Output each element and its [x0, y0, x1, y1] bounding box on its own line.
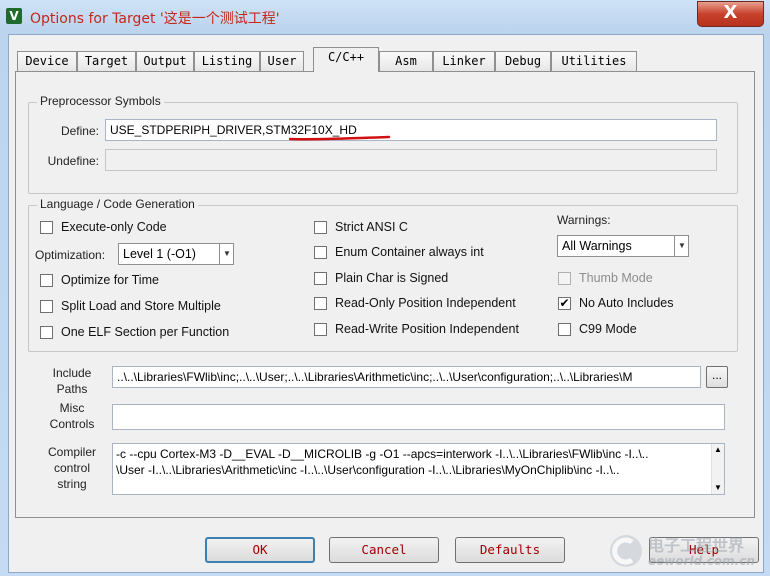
split-load-checkbox[interactable]	[40, 300, 53, 313]
strict-ansi-checkbox[interactable]	[314, 221, 327, 234]
tab-cc[interactable]: C/C++	[313, 47, 379, 72]
enum-container-label: Enum Container always int	[335, 245, 484, 259]
compiler-string-textarea[interactable]: -c --cpu Cortex-M3 -D__EVAL -D__MICROLIB…	[112, 443, 725, 495]
compiler-string-label: Compiler control string	[38, 444, 106, 492]
warnings-label: Warnings:	[557, 213, 611, 227]
c99-mode-checkbox[interactable]	[558, 323, 571, 336]
enum-container-checkbox[interactable]	[314, 246, 327, 259]
watermark-icon	[610, 535, 642, 567]
thumb-mode-checkbox[interactable]	[558, 272, 571, 285]
c99-mode-label: C99 Mode	[579, 322, 637, 336]
ro-position-checkbox[interactable]	[314, 297, 327, 310]
defaults-button[interactable]: Defaults	[455, 537, 565, 563]
execute-only-label: Execute-only Code	[61, 220, 167, 234]
one-elf-checkbox[interactable]	[40, 326, 53, 339]
no-auto-includes-checkbox[interactable]: ✔	[558, 297, 571, 310]
compiler-scrollbar[interactable]: ▲ ▼	[711, 444, 724, 494]
ok-button[interactable]: OK	[205, 537, 315, 563]
misc-controls-input[interactable]	[112, 404, 725, 430]
optimization-label: Optimization:	[35, 248, 106, 262]
tab-linker[interactable]: Linker	[433, 51, 495, 71]
preprocessor-group-title: Preprocessor Symbols	[37, 94, 164, 108]
define-label: Define:	[60, 124, 99, 138]
misc-label-line1: Misc	[59, 401, 85, 415]
watermark-line2: eeworld.com.cn	[648, 554, 755, 568]
tab-listing[interactable]: Listing	[194, 51, 260, 71]
execute-only-checkbox[interactable]	[40, 221, 53, 234]
options-dialog: V Options for Target '这是一个测试工程' X Device…	[0, 0, 770, 576]
undefine-label: Undefine:	[47, 154, 99, 168]
strict-ansi-label: Strict ANSI C	[335, 220, 408, 234]
red-annotation-underline	[289, 135, 391, 141]
define-input[interactable]: USE_STDPERIPH_DRIVER,STM32F10X_HD	[105, 119, 717, 141]
chevron-down-icon: ▼	[674, 235, 689, 257]
tab-device[interactable]: Device	[17, 51, 77, 71]
include-label-line1: Include	[52, 366, 92, 380]
preprocessor-group: Preprocessor Symbols Define: USE_STDPERI…	[28, 94, 738, 194]
misc-label-line2: Controls	[49, 417, 95, 431]
language-group: Language / Code Generation Execute-only …	[28, 197, 738, 352]
language-group-title: Language / Code Generation	[37, 197, 198, 211]
one-elf-label: One ELF Section per Function	[61, 325, 230, 339]
checkmark-icon: ✔	[559, 296, 570, 310]
rw-position-label: Read-Write Position Independent	[335, 322, 519, 336]
cancel-button[interactable]: Cancel	[329, 537, 439, 563]
include-paths-input[interactable]: ..\..\Libraries\FWlib\inc;..\..\User;..\…	[112, 366, 701, 388]
dialog-client: Device Target Output Listing User C/C++ …	[8, 34, 764, 573]
warnings-value: All Warnings	[562, 239, 632, 253]
optimize-time-checkbox[interactable]	[40, 274, 53, 287]
compiler-label-line1: Compiler	[47, 445, 96, 459]
undefine-input[interactable]	[105, 149, 717, 171]
title-bar[interactable]: V Options for Target '这是一个测试工程' X	[0, 0, 770, 34]
plain-char-checkbox[interactable]	[314, 272, 327, 285]
chevron-down-icon: ▼	[219, 243, 234, 265]
tab-debug[interactable]: Debug	[495, 51, 551, 71]
ro-position-label: Read-Only Position Independent	[335, 296, 516, 310]
split-load-label: Split Load and Store Multiple	[61, 299, 221, 313]
rw-position-checkbox[interactable]	[314, 323, 327, 336]
include-label-line2: Paths	[56, 382, 88, 396]
tab-user[interactable]: User	[260, 51, 304, 71]
watermark-line1: 电子工程世界	[648, 536, 745, 555]
optimization-value: Level 1 (-O1)	[123, 247, 196, 261]
tab-asm[interactable]: Asm	[379, 51, 433, 71]
compiler-string-line1: -c --cpu Cortex-M3 -D__EVAL -D__MICROLIB…	[116, 447, 649, 461]
no-auto-includes-label: No Auto Includes	[579, 296, 674, 310]
optimize-time-label: Optimize for Time	[61, 273, 159, 287]
misc-controls-label: Misc Controls	[42, 400, 102, 432]
compiler-label-line3: string	[57, 477, 87, 491]
close-button[interactable]: X	[697, 1, 764, 27]
scroll-up-icon[interactable]: ▲	[712, 444, 724, 456]
app-icon: V	[6, 8, 22, 24]
thumb-mode-label: Thumb Mode	[579, 271, 653, 285]
scroll-down-icon[interactable]: ▼	[712, 482, 724, 494]
plain-char-label: Plain Char is Signed	[335, 271, 449, 285]
window-title: Options for Target '这是一个测试工程'	[30, 11, 280, 27]
compiler-label-line2: control	[53, 461, 91, 475]
tab-output[interactable]: Output	[136, 51, 194, 71]
optimization-select[interactable]: Level 1 (-O1) ▼	[118, 243, 234, 265]
warnings-select[interactable]: All Warnings ▼	[557, 235, 689, 257]
compiler-string-line2: \User -I..\..\Libraries\Arithmetic\inc -…	[116, 463, 620, 477]
include-browse-button[interactable]: ...	[706, 366, 728, 388]
tab-utilities[interactable]: Utilities	[551, 51, 637, 71]
tab-target[interactable]: Target	[77, 51, 136, 71]
watermark-logo: 电子工程世界 eeworld.com.cn	[608, 528, 768, 574]
include-paths-label: Include Paths	[42, 365, 102, 397]
